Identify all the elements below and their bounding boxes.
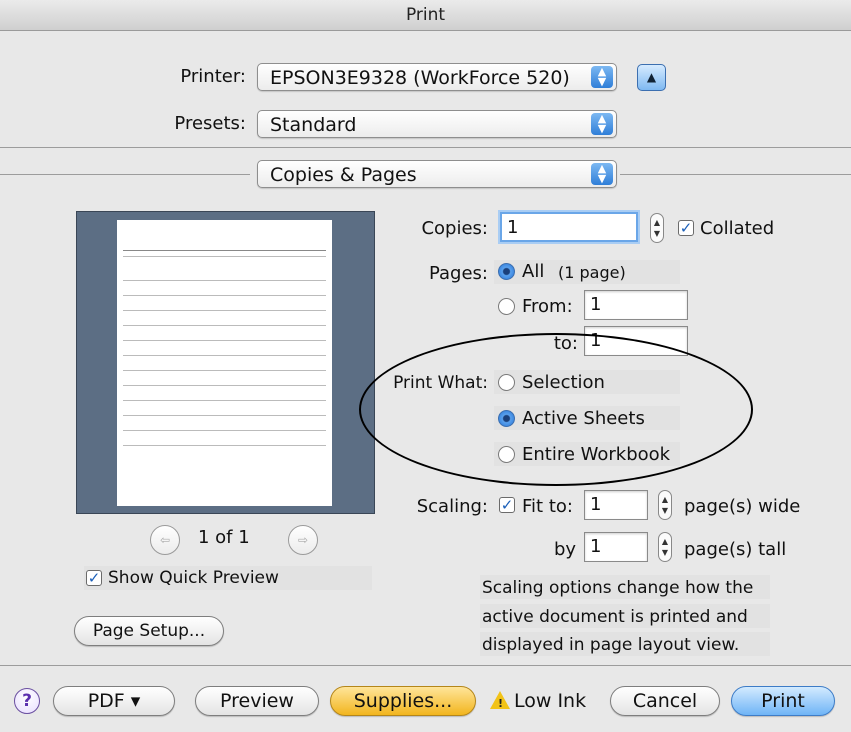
- fit-wide-input[interactable]: 1: [584, 490, 648, 520]
- cancel-button[interactable]: Cancel: [610, 686, 720, 716]
- printer-value: EPSON3E9328 (WorkForce 520): [270, 67, 570, 89]
- print-button[interactable]: Print: [731, 686, 835, 716]
- pages-all-radio[interactable]: [498, 263, 515, 280]
- pages-from-radio[interactable]: [498, 298, 515, 315]
- pages-all-note: (1 page): [558, 263, 626, 282]
- presets-label: Presets:: [174, 113, 246, 134]
- divider: [620, 174, 851, 175]
- page-setup-button[interactable]: Page Setup...: [74, 616, 224, 646]
- section-value: Copies & Pages: [270, 164, 417, 186]
- pages-label: Pages:: [428, 263, 488, 284]
- checkmark-icon: ✓: [500, 496, 514, 514]
- fit-to-checkbox[interactable]: ✓: [499, 497, 515, 513]
- checkmark-icon: ✓: [87, 569, 101, 587]
- fit-by-label: by: [554, 539, 577, 560]
- divider: [0, 665, 851, 666]
- quick-preview-checkbox[interactable]: ✓: [86, 570, 102, 586]
- preview-button[interactable]: Preview: [195, 686, 319, 716]
- collapse-details-button[interactable]: ▲: [637, 64, 666, 91]
- updown-arrows-icon: ▲ ▼: [591, 163, 613, 185]
- printer-label: Printer:: [180, 66, 246, 87]
- fit-tall-stepper[interactable]: ▲ ▼: [658, 532, 672, 562]
- collated-label: Collated: [700, 218, 775, 239]
- supplies-button[interactable]: Supplies...: [330, 686, 476, 716]
- fit-to-label: Fit to:: [522, 496, 573, 517]
- collated-checkbox[interactable]: ✓: [678, 220, 694, 236]
- next-page-button[interactable]: ⇨: [288, 525, 318, 555]
- copies-label: Copies:: [421, 218, 488, 239]
- arrow-left-icon: ⇦: [159, 533, 171, 547]
- warning-icon-mark: !: [498, 697, 504, 710]
- preview-sheet: [117, 220, 332, 506]
- divider: [0, 174, 250, 175]
- scaling-note-line3: displayed in page layout view.: [482, 635, 740, 655]
- fit-wide-stepper[interactable]: ▲ ▼: [658, 490, 672, 520]
- quick-preview-label: Show Quick Preview: [108, 568, 279, 588]
- printer-select[interactable]: EPSON3E9328 (WorkForce 520) ▲ ▼: [257, 63, 617, 91]
- pages-from-label: From:: [522, 296, 573, 317]
- pages-all-label: All: [522, 261, 545, 282]
- section-select[interactable]: Copies & Pages ▲ ▼: [257, 160, 617, 188]
- pages-from-input[interactable]: 1: [584, 290, 688, 320]
- copies-stepper[interactable]: ▲ ▼: [650, 213, 664, 243]
- scaling-note-line2: active document is printed and: [482, 607, 748, 627]
- pdf-menu-button[interactable]: PDF ▾: [53, 686, 175, 716]
- presets-value: Standard: [270, 114, 357, 136]
- presets-select[interactable]: Standard ▲ ▼: [257, 110, 617, 138]
- copies-input[interactable]: 1: [500, 212, 638, 242]
- divider: [0, 147, 851, 148]
- page-indicator: 1 of 1: [198, 527, 250, 548]
- triangle-up-icon: ▲: [646, 70, 657, 84]
- window-title: Print: [0, 0, 851, 31]
- updown-arrows-icon: ▲ ▼: [591, 113, 613, 135]
- help-button[interactable]: ?: [14, 688, 40, 714]
- previous-page-button[interactable]: ⇦: [150, 525, 180, 555]
- updown-arrows-icon: ▲ ▼: [591, 66, 613, 88]
- arrow-right-icon: ⇨: [297, 533, 309, 547]
- scaling-note-line1: Scaling options change how the: [482, 578, 754, 598]
- page-preview: [76, 211, 375, 514]
- low-ink-label: Low Ink: [514, 690, 587, 712]
- fit-wide-suffix: page(s) wide: [684, 496, 801, 517]
- fit-tall-suffix: page(s) tall: [684, 539, 787, 560]
- fit-tall-input[interactable]: 1: [584, 532, 648, 562]
- scaling-label: Scaling:: [416, 496, 488, 517]
- checkmark-icon: ✓: [679, 219, 693, 237]
- annotation-ellipse: [359, 333, 753, 486]
